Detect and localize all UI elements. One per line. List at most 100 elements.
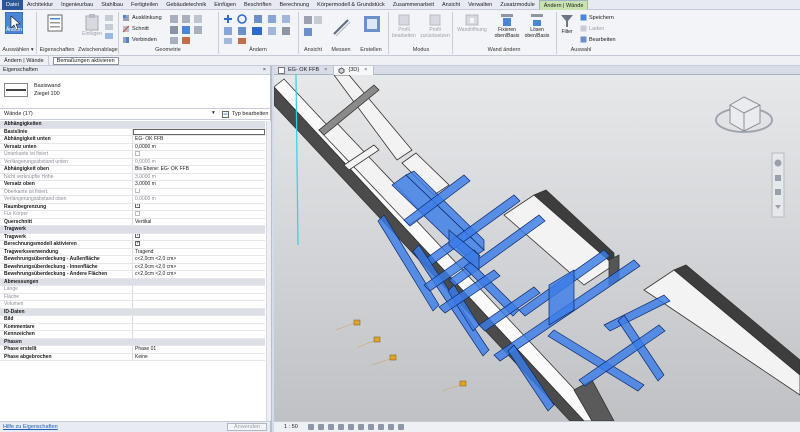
- edit-type-button[interactable]: Typ bearbeiten: [232, 111, 268, 117]
- properties-button[interactable]: [40, 14, 70, 32]
- property-value[interactable]: c<2,0cm <2,0 cm>: [133, 256, 265, 263]
- apply-button[interactable]: Anwenden: [227, 423, 267, 431]
- property-value[interactable]: [133, 324, 265, 331]
- property-value[interactable]: [133, 294, 265, 301]
- property-row[interactable]: Abhängigkeit unten EG- OK FFB: [0, 136, 265, 144]
- property-row[interactable]: Oberkante ist fixiert.: [0, 188, 265, 196]
- property-row[interactable]: Tragwerk: [0, 233, 265, 241]
- property-group-header[interactable]: Phasen: [0, 338, 265, 346]
- property-row[interactable]: Bild: [0, 316, 265, 324]
- menu-tab-1[interactable]: Architektur: [23, 0, 57, 10]
- property-row[interactable]: Unterkante ist fixiert: [0, 151, 265, 159]
- property-row[interactable]: Volumen: [0, 301, 265, 309]
- property-value[interactable]: Bis Ebene: EG- OK FFB: [133, 166, 265, 173]
- 3d-viewport[interactable]: [274, 75, 800, 421]
- property-row[interactable]: Abhängigkeit oben Bis Ebene: EG- OK FFB: [0, 166, 265, 174]
- type-selector[interactable]: Basiswand Ziegel 100: [0, 75, 270, 109]
- menu-tab-9[interactable]: Körpermodell & Grundstück: [313, 0, 389, 10]
- analytical-model-icon[interactable]: [397, 424, 404, 430]
- instance-filter[interactable]: Wände (17): [4, 111, 33, 117]
- cope-button[interactable]: Ausklinkung: [122, 14, 162, 22]
- property-row[interactable]: Basislinie: [0, 128, 265, 136]
- property-value[interactable]: [133, 128, 265, 135]
- property-row[interactable]: Phase abgebrochen Keine: [0, 353, 265, 361]
- navigation-bar[interactable]: [771, 152, 785, 218]
- load-selection-button[interactable]: Laden: [580, 25, 604, 32]
- property-checkbox[interactable]: [133, 151, 265, 158]
- create-icon[interactable]: [362, 14, 382, 38]
- property-row[interactable]: Querschnitt Vertikal: [0, 218, 265, 226]
- sun-path-icon[interactable]: [327, 424, 334, 430]
- edit-profile-button[interactable]: Profil bearbeiten: [392, 13, 416, 39]
- property-group-header[interactable]: Tragwerk: [0, 226, 265, 234]
- menu-tab-0[interactable]: Datei: [2, 0, 23, 10]
- property-value[interactable]: EG- OK FFB: [133, 136, 265, 143]
- filter-dropdown-icon[interactable]: ▾: [212, 110, 215, 116]
- visual-style-icon[interactable]: [317, 424, 324, 430]
- checkbox[interactable]: [135, 241, 140, 246]
- property-checkbox[interactable]: [133, 188, 265, 196]
- property-value[interactable]: 3,0000 m: [133, 181, 265, 188]
- property-row[interactable]: Berechnungsmodell aktivieren: [0, 241, 265, 249]
- property-row[interactable]: Bewehrungsüberdeckung - Andere Flächen c<…: [0, 271, 265, 279]
- edit-selection-button[interactable]: Bearbeiten: [580, 36, 616, 43]
- join-button[interactable]: Verbinden: [122, 36, 157, 44]
- property-value[interactable]: Vertikal: [133, 219, 265, 226]
- property-value[interactable]: [133, 316, 265, 323]
- tab-3d[interactable]: {3D} ×: [334, 66, 375, 75]
- property-row[interactable]: Fläche: [0, 293, 265, 301]
- property-checkbox[interactable]: [133, 211, 265, 218]
- property-group-header[interactable]: ID-Daten: [0, 308, 265, 316]
- save-selection-button[interactable]: Speichern: [580, 14, 614, 21]
- tab-eg-ok-ffb[interactable]: EG- OK FFB ×: [274, 66, 335, 75]
- close-icon[interactable]: ×: [364, 66, 367, 75]
- property-value[interactable]: 0,0000 m: [133, 159, 265, 166]
- property-row[interactable]: Versatz unten 0,0000 m: [0, 143, 265, 151]
- property-row[interactable]: Versatz oben 3,0000 m: [0, 181, 265, 189]
- property-group-header[interactable]: Abmessungen: [0, 278, 265, 286]
- detach-top-base-button[interactable]: Lösen oben/Basis: [522, 13, 552, 39]
- property-row[interactable]: Für Körper: [0, 211, 265, 219]
- property-row[interactable]: Kennzeichen: [0, 331, 265, 339]
- property-value[interactable]: [133, 301, 265, 308]
- cut-button[interactable]: Schnitt: [122, 25, 149, 33]
- checkbox[interactable]: [135, 203, 140, 209]
- property-row[interactable]: Bewehrungsüberdeckung - Außenfläche c<2,0…: [0, 256, 265, 264]
- reset-profile-button[interactable]: Profil zurücksetzen: [420, 13, 450, 39]
- menu-tab-2[interactable]: Ingenieurbau: [57, 0, 97, 10]
- property-row[interactable]: Phase erstellt Phase 01: [0, 346, 265, 354]
- property-checkbox[interactable]: [133, 241, 265, 248]
- property-group-header[interactable]: Abhängigkeiten: [0, 121, 265, 129]
- close-icon[interactable]: ×: [324, 66, 327, 75]
- property-value[interactable]: [133, 331, 265, 338]
- measure-icon[interactable]: [332, 16, 350, 38]
- checkbox[interactable]: [135, 211, 140, 216]
- menu-tab-6[interactable]: Einfügen: [210, 0, 240, 10]
- checkbox[interactable]: [135, 151, 140, 156]
- menu-tab-8[interactable]: Berechnung: [276, 0, 314, 10]
- lock-view-icon[interactable]: [367, 424, 374, 430]
- wall-opening-button[interactable]: Wandöffnung: [454, 13, 490, 33]
- crop-view-icon[interactable]: [357, 424, 364, 430]
- attach-top-base-button[interactable]: Fixieren oben/Basis: [492, 13, 522, 39]
- paste-button[interactable]: Einfügen: [80, 13, 104, 37]
- property-row[interactable]: Tragwerksverwendung Tragend: [0, 248, 265, 256]
- close-icon[interactable]: ×: [263, 66, 270, 74]
- property-value[interactable]: 0,0000 m: [133, 196, 265, 203]
- select-panel-title[interactable]: Auswählen ▾: [2, 47, 34, 53]
- shadows-icon[interactable]: [337, 424, 344, 430]
- modify-button[interactable]: Ändern: [4, 12, 24, 34]
- menu-tab-5[interactable]: Gebäudetechnik: [162, 0, 210, 10]
- property-value[interactable]: Keine: [133, 354, 265, 361]
- menu-tab-4[interactable]: Fertigteilen: [127, 0, 162, 10]
- menu-tab-12[interactable]: Verwalten: [464, 0, 496, 10]
- property-checkbox[interactable]: [133, 203, 265, 211]
- detail-level-icon[interactable]: [307, 424, 314, 430]
- property-row[interactable]: Verlängerungsabstand unten 0,0000 m: [0, 158, 265, 166]
- property-value[interactable]: 3,0000 m: [133, 174, 265, 181]
- properties-scrollbar[interactable]: [266, 121, 271, 421]
- 3d-model-canvas[interactable]: [274, 75, 800, 421]
- property-value[interactable]: Tragend: [133, 249, 265, 256]
- property-row[interactable]: Länge: [0, 286, 265, 294]
- property-row[interactable]: Nicht verknüpfte Höhe 3,0000 m: [0, 173, 265, 181]
